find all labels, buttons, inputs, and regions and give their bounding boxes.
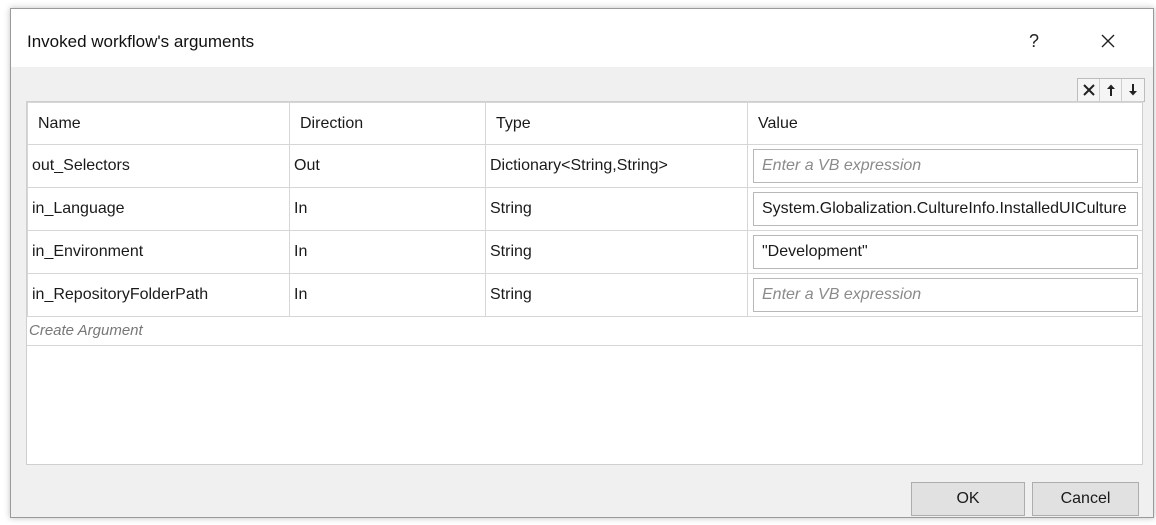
argument-value-input[interactable]: Enter a VB expression [753, 149, 1138, 183]
column-header-value[interactable]: Value [747, 102, 1142, 145]
title-bar: Invoked workflow's arguments ? [11, 9, 1153, 67]
table-row[interactable]: in_RepositoryFolderPath In String Enter … [27, 273, 1142, 317]
column-header-name[interactable]: Name [27, 102, 290, 145]
move-up-button[interactable] [1100, 79, 1122, 101]
argument-toolbar [1077, 78, 1145, 102]
column-header-direction[interactable]: Direction [289, 102, 486, 145]
arguments-table: Name Direction Type Value out_Selectors … [27, 102, 1142, 317]
table-row[interactable]: out_Selectors Out Dictionary<String,Stri… [27, 144, 1142, 188]
argument-type[interactable]: String [485, 187, 748, 231]
arguments-dialog: Invoked workflow's arguments ? Name Dire… [10, 8, 1154, 518]
argument-value-cell: System.Globalization.CultureInfo.Install… [747, 187, 1142, 231]
argument-direction[interactable]: In [289, 230, 486, 274]
ok-button[interactable]: OK [911, 482, 1025, 516]
close-button[interactable] [1085, 23, 1131, 59]
column-header-type[interactable]: Type [485, 102, 748, 145]
argument-type[interactable]: String [485, 230, 748, 274]
argument-name[interactable]: in_Language [27, 187, 290, 231]
argument-direction[interactable]: In [289, 187, 486, 231]
argument-value-input[interactable]: System.Globalization.CultureInfo.Install… [753, 192, 1138, 226]
argument-direction[interactable]: In [289, 273, 486, 317]
argument-value-cell: Enter a VB expression [747, 273, 1142, 317]
help-button[interactable]: ? [1011, 23, 1057, 59]
argument-name[interactable]: in_RepositoryFolderPath [27, 273, 290, 317]
header-row: Name Direction Type Value [27, 102, 1142, 145]
argument-name[interactable]: out_Selectors [27, 144, 290, 188]
cancel-button[interactable]: Cancel [1032, 482, 1139, 516]
table-row[interactable]: in_Language In String System.Globalizati… [27, 187, 1142, 231]
delete-icon [1082, 84, 1095, 96]
argument-value-input[interactable]: "Development" [753, 235, 1138, 269]
argument-name[interactable]: in_Environment [27, 230, 290, 274]
dialog-title: Invoked workflow's arguments [27, 32, 255, 51]
argument-value-cell: Enter a VB expression [747, 144, 1142, 188]
argument-value-input[interactable]: Enter a VB expression [753, 278, 1138, 312]
move-up-icon [1106, 84, 1115, 96]
close-icon [1101, 34, 1115, 48]
move-down-button[interactable] [1122, 79, 1144, 101]
argument-type[interactable]: String [485, 273, 748, 317]
move-down-icon [1129, 84, 1137, 96]
delete-argument-button[interactable] [1078, 79, 1100, 101]
argument-value-cell: "Development" [747, 230, 1142, 274]
table-row[interactable]: in_Environment In String "Development" [27, 230, 1142, 274]
argument-direction[interactable]: Out [289, 144, 486, 188]
arguments-grid: Name Direction Type Value out_Selectors … [26, 101, 1143, 465]
create-argument-row[interactable]: Create Argument [27, 317, 1142, 346]
argument-type[interactable]: Dictionary<String,String> [485, 144, 748, 188]
